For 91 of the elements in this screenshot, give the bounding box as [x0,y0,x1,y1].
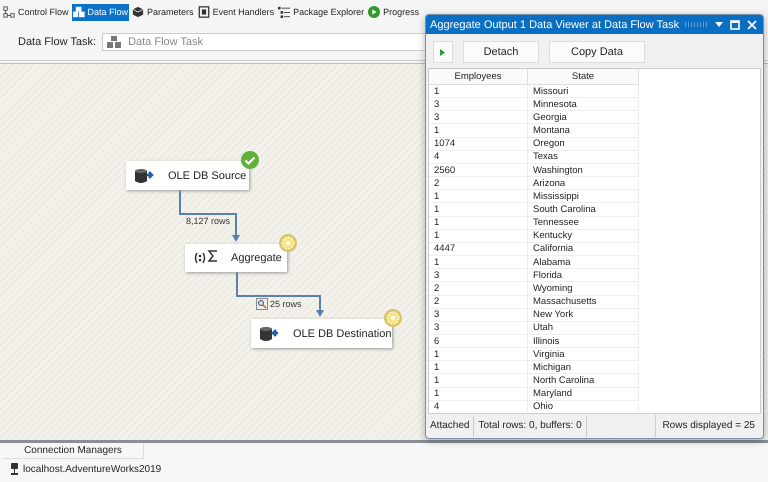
connector-arrow[interactable] [236,272,324,317]
play-icon [440,48,445,56]
table-cell: 1 [429,84,528,98]
table-cell: Arizona [528,176,638,190]
table-cell: Texas [528,150,638,164]
table-cell: Alabama [528,256,638,269]
table-cell: 1 [429,202,528,216]
flow-icon [3,6,15,18]
status-text: Attached [426,415,474,437]
task-dropdown[interactable]: Data Flow Task [102,33,426,51]
table-cell: California [528,242,638,256]
table-cell: Maryland [528,387,638,400]
table-cell: Montana [528,124,638,138]
table-cell: Florida [528,268,638,282]
table-cell: 6 [429,334,528,348]
table-cell: 3 [429,268,528,282]
table-cell: 3 [429,98,528,111]
table-cell: 1 [429,348,528,361]
panel-tab[interactable]: Connection Managers [3,443,144,459]
play-button[interactable] [433,41,453,63]
table-cell: Oregon [528,137,638,150]
boxes-icon [72,6,85,18]
table-cell: Washington [528,163,638,177]
table-cell: 1 [429,360,528,374]
toolbar-button[interactable]: Copy Data [549,41,645,63]
row-count: 25 rows [270,299,302,309]
table-cell: 4 [429,150,528,164]
table-cell: 1 [429,190,528,203]
tab[interactable]: Control Flow [2,4,70,20]
connector-arrow[interactable] [179,190,240,242]
table-cell: 2 [429,295,528,308]
close-icon[interactable] [747,20,757,30]
connection-icon [10,463,19,475]
table-cell: Tennessee [528,216,638,230]
table-cell: 1 [429,387,528,400]
table-cell: 3 [429,321,528,334]
table-cell: Massachusetts [528,295,638,308]
table-cell: 2 [429,282,528,295]
play-icon [368,6,380,18]
table-cell: North Carolina [528,374,638,388]
table-cell: 4 [429,400,528,413]
component-node[interactable]: Aggregate [185,244,287,272]
table-cell: Mississippi [528,190,638,203]
field-label: Data Flow Task: [18,36,96,48]
row-count: 8,127 rows [186,216,230,226]
status-text: Rows displayed = 25 [655,415,763,437]
table-cell: 4447 [429,242,528,256]
table-cell: Minnesota [528,98,638,111]
maximize-icon[interactable] [730,20,740,30]
table-cell: Missouri [528,84,638,98]
toolbar-button[interactable]: Detach [463,41,539,63]
component-node[interactable]: OLE DB Destination [251,319,392,348]
table-cell: 2 [429,176,528,190]
table-cell: 1 [429,229,528,242]
dropdown-icon[interactable] [715,22,723,27]
table-cell: Michigan [528,360,638,374]
table-cell: Georgia [528,110,638,124]
tab[interactable]: Package Explorer [277,4,366,20]
window-title: Aggregate Output 1 Data Viewer at Data Flow Task [430,18,680,30]
tab[interactable]: Event Handlers [196,4,276,20]
table-cell: 1 [429,374,528,388]
table-cell: New York [528,308,638,322]
connection-item[interactable]: localhost.AdventureWorks2019 [23,464,162,474]
table-cell: Wyoming [528,282,638,295]
tab[interactable]: Parameters [131,4,195,20]
database-icon [134,168,156,184]
table-cell: 1 [429,216,528,230]
table-cell: 1 [429,256,528,269]
column-header[interactable]: State [528,69,638,84]
panel-icon [198,6,210,18]
component-node[interactable]: OLE DB Source [126,161,249,190]
table-cell: 3 [429,308,528,322]
cube-icon [132,6,144,18]
table-cell: Virginia [528,348,638,361]
table-cell: Utah [528,321,638,334]
column-header[interactable]: Employees [429,69,528,84]
tree-icon [278,6,290,18]
status-text: Total rows: 0, buffers: 0 [474,415,587,437]
database-icon [259,326,281,342]
table-cell: 3 [429,110,528,124]
magnifier-icon[interactable] [256,298,268,310]
tab[interactable]: Data Flow [72,4,130,20]
table-cell: South Carolina [528,202,638,216]
table-cell: Kentucky [528,229,638,242]
table-cell: Ohio [528,400,638,413]
boxes-icon [107,35,122,49]
table-cell: 1 [429,124,528,138]
table-cell: 1074 [429,137,528,150]
tab[interactable]: Progress [367,4,420,20]
table-cell: 2560 [429,163,528,177]
table-cell: Illinois [528,334,638,348]
